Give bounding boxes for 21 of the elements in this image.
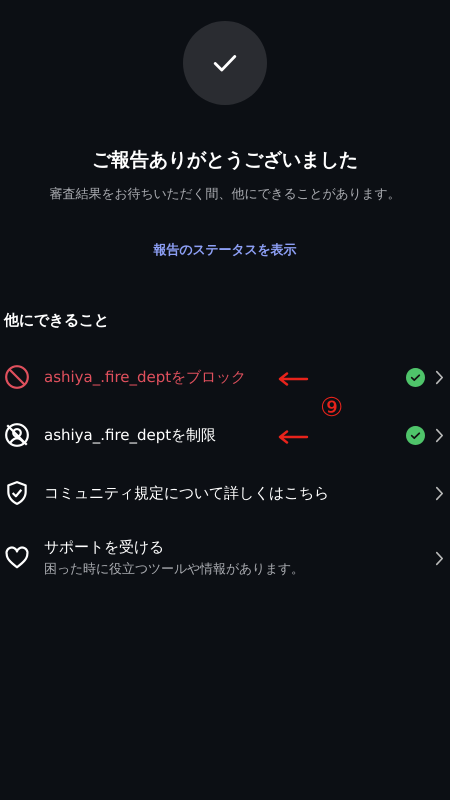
chevron-right-icon xyxy=(435,486,444,500)
option-title: ashiya_.fire_deptを制限 xyxy=(44,426,216,444)
option-title: サポートを受ける xyxy=(44,538,164,557)
option-row[interactable]: サポートを受ける 困った時に役立つツールや情報があります。 xyxy=(0,538,450,578)
option-title: コミュニティ規定について詳しくはこちら xyxy=(44,484,329,502)
report-status-link[interactable]: 報告のステータスを表示 xyxy=(154,241,296,259)
prohibited-icon xyxy=(4,364,30,390)
option-row[interactable]: ashiya_.fire_deptをブロック xyxy=(0,364,450,390)
annotation-number: ⑨ xyxy=(320,395,344,421)
option-row[interactable]: コミュニティ規定について詳しくはこちら xyxy=(0,480,450,506)
thanks-title: ご報告ありがとうございました xyxy=(92,148,358,173)
chevron-right-icon xyxy=(435,550,444,566)
chevron-right-icon xyxy=(435,428,444,442)
option-row[interactable]: ashiya_.fire_deptを制限 xyxy=(0,422,450,448)
chevron-right-icon xyxy=(435,370,444,384)
heart-icon xyxy=(4,545,30,571)
section-heading: 他にできること xyxy=(4,311,110,330)
restrict-icon xyxy=(4,422,30,448)
thanks-subtitle: 審査結果をお待ちいただく間、他にできることがあります。 xyxy=(50,186,400,203)
option-description: 困った時に役立つツールや情報があります。 xyxy=(44,561,304,578)
option-title: ashiya_.fire_deptをブロック xyxy=(44,368,246,386)
